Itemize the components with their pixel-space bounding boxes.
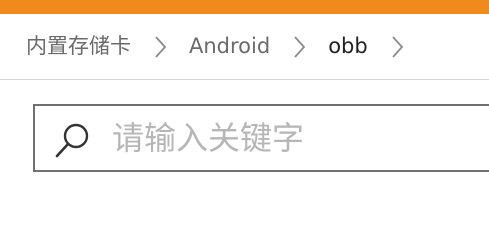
breadcrumb: 内置存储卡 Android obb xyxy=(0,14,489,79)
search-icon[interactable] xyxy=(53,120,93,160)
search-input[interactable] xyxy=(112,114,489,162)
status-accent-bar xyxy=(0,0,489,14)
search-box[interactable] xyxy=(33,104,489,172)
chevron-right-icon xyxy=(284,32,314,62)
chevron-right-icon xyxy=(382,32,412,62)
chevron-right-icon xyxy=(145,32,175,62)
breadcrumb-item-internal-storage[interactable]: 内置存储卡 xyxy=(26,36,131,57)
file-browser-page: 内置存储卡 Android obb xyxy=(0,0,489,209)
breadcrumb-divider xyxy=(0,79,489,80)
breadcrumb-item-android[interactable]: Android xyxy=(189,36,270,57)
breadcrumb-item-obb[interactable]: obb xyxy=(328,36,368,57)
